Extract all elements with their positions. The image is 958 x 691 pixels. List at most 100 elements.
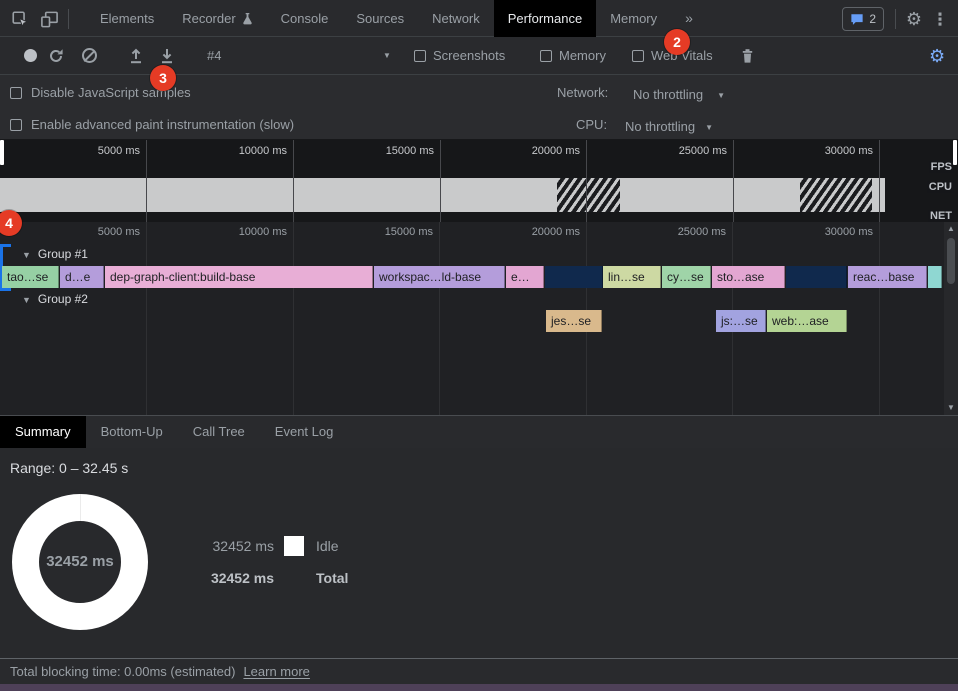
tab-event-log[interactable]: Event Log: [260, 416, 349, 448]
load-profile-button[interactable]: [128, 37, 144, 74]
tab-label: Memory: [610, 0, 657, 37]
tab-label: Elements: [100, 0, 154, 37]
overview-window-left-handle[interactable]: [0, 140, 4, 165]
checkbox-icon: [414, 50, 426, 62]
ruler-tick-label: 20000 ms: [500, 145, 580, 157]
device-toolbar-icon[interactable]: [39, 9, 59, 29]
legend-label-idle: Idle: [316, 538, 339, 554]
timeline-bar[interactable]: dep-graph-client:build-base: [105, 266, 373, 288]
total-blocking-time-text: Total blocking time: 0.00ms (estimated): [10, 664, 235, 679]
timeline-bar[interactable]: workspac…ld-base: [374, 266, 505, 288]
checkbox-icon: [10, 87, 22, 99]
chevron-down-icon: [705, 117, 713, 135]
vertical-scrollbar[interactable]: ▲ ▼: [944, 222, 958, 415]
settings-gear-icon[interactable]: [904, 9, 924, 29]
ruler-tick-label: 25000 ms: [647, 145, 727, 157]
tab-label: Console: [281, 0, 329, 37]
timeline-bar[interactable]: web:…ase: [767, 310, 847, 332]
divider: [68, 9, 69, 29]
gc-trash-button[interactable]: [740, 37, 755, 74]
scrollbar-thumb[interactable]: [947, 238, 955, 284]
tab-bottom-up[interactable]: Bottom-Up: [86, 416, 178, 448]
timeline-bar[interactable]: d…e: [60, 266, 104, 288]
tab-performance[interactable]: Performance: [494, 0, 596, 37]
timeline-bar[interactable]: lin…se: [603, 266, 661, 288]
clear-button[interactable]: [82, 37, 97, 74]
reload-and-record-button[interactable]: [48, 37, 64, 74]
checkbox-icon: [540, 50, 552, 62]
ruler-tick-label: 30000 ms: [793, 145, 873, 157]
trace-history-select[interactable]: #4: [207, 37, 221, 74]
group-label: Group #1: [38, 247, 88, 261]
donut-center-label: 32452 ms: [12, 553, 148, 570]
legend-label-total: Total: [316, 570, 348, 586]
details-tab-bar: Summary Bottom-Up Call Tree Event Log: [0, 415, 958, 448]
flask-icon: [242, 12, 253, 25]
ruler-tick-label: 15000 ms: [353, 226, 433, 238]
memory-checkbox[interactable]: Memory: [540, 37, 606, 74]
timeline-bar[interactable]: tao…se: [2, 266, 59, 288]
gridline: [293, 140, 294, 222]
flame-chart[interactable]: 5000 ms 10000 ms 15000 ms 20000 ms 25000…: [0, 222, 958, 415]
timeline-bar[interactable]: [928, 266, 942, 288]
performance-toolbar: #4 Screenshots Memory Web Vitals: [0, 37, 958, 75]
checkbox-icon: [632, 50, 644, 62]
tab-label: Call Tree: [193, 424, 245, 439]
tab-memory[interactable]: Memory: [596, 0, 671, 37]
gridline: [440, 140, 441, 222]
timeline-bar[interactable]: cy…se: [662, 266, 711, 288]
timeline-bar[interactable]: sto…ase: [712, 266, 785, 288]
timeline-overview[interactable]: 5000 ms 10000 ms 15000 ms 20000 ms 25000…: [0, 140, 958, 222]
timeline-bar[interactable]: jes…se: [546, 310, 602, 332]
screenshots-checkbox[interactable]: Screenshots: [414, 37, 505, 74]
ruler-tick-label: 5000 ms: [60, 226, 140, 238]
cpu-throttling-select[interactable]: No throttling: [625, 117, 713, 135]
gridline: [733, 140, 734, 222]
devtools-tab-bar: Elements Recorder Console Sources Networ…: [0, 0, 958, 37]
cpu-throttling-label: CPU:: [576, 117, 607, 132]
group-1-header[interactable]: Group #1: [22, 247, 88, 261]
tab-call-tree[interactable]: Call Tree: [178, 416, 260, 448]
tab-console[interactable]: Console: [267, 0, 343, 37]
scroll-up-icon[interactable]: ▲: [944, 222, 958, 236]
issues-counter[interactable]: 2: [842, 7, 884, 31]
timeline-bar[interactable]: js:…se: [716, 310, 766, 332]
capture-settings-gear-icon[interactable]: [929, 37, 945, 74]
timeline-bar[interactable]: [786, 266, 847, 288]
step-badge-2: 2: [664, 29, 690, 55]
upload-icon: [128, 47, 144, 64]
tab-label: Recorder: [182, 0, 235, 37]
record-button[interactable]: [24, 37, 37, 74]
tab-summary[interactable]: Summary: [0, 416, 86, 448]
network-throttling-select[interactable]: No throttling: [633, 85, 725, 103]
tab-label: Network: [432, 0, 480, 37]
paint-instrumentation-checkbox[interactable]: Enable advanced paint instrumentation (s…: [10, 117, 294, 132]
timeline-bar[interactable]: [545, 266, 603, 288]
timeline-bar[interactable]: reac…base: [848, 266, 927, 288]
chat-bubble-icon: [850, 13, 864, 26]
step-badge-3: 3: [150, 65, 176, 91]
cpu-throttling-value: No throttling: [625, 119, 695, 134]
checkbox-label: Screenshots: [433, 48, 505, 63]
scroll-down-icon[interactable]: ▼: [944, 401, 958, 415]
ruler-tick-label: 15000 ms: [354, 145, 434, 157]
group-2-header[interactable]: Group #2: [22, 292, 88, 306]
checkbox-label: Memory: [559, 48, 606, 63]
tab-recorder[interactable]: Recorder: [168, 0, 266, 37]
idle-swatch: [284, 536, 304, 556]
overview-window-right-handle[interactable]: [953, 140, 957, 165]
chevron-down-icon[interactable]: [383, 37, 391, 74]
kebab-menu-icon[interactable]: [930, 9, 950, 29]
download-icon: [159, 47, 175, 64]
track-row-group2: jes…se js:…seweb:…ase: [0, 310, 944, 332]
tab-network[interactable]: Network: [418, 0, 494, 37]
learn-more-link[interactable]: Learn more: [243, 664, 309, 679]
tab-label: Sources: [356, 0, 404, 37]
timeline-bar[interactable]: e…: [506, 266, 544, 288]
ruler-tick-label: 20000 ms: [500, 226, 580, 238]
gridline: [146, 140, 147, 222]
tab-sources[interactable]: Sources: [342, 0, 418, 37]
tab-elements[interactable]: Elements: [86, 0, 168, 37]
trace-history-value: #4: [207, 48, 221, 63]
inspect-element-icon[interactable]: [10, 9, 30, 29]
